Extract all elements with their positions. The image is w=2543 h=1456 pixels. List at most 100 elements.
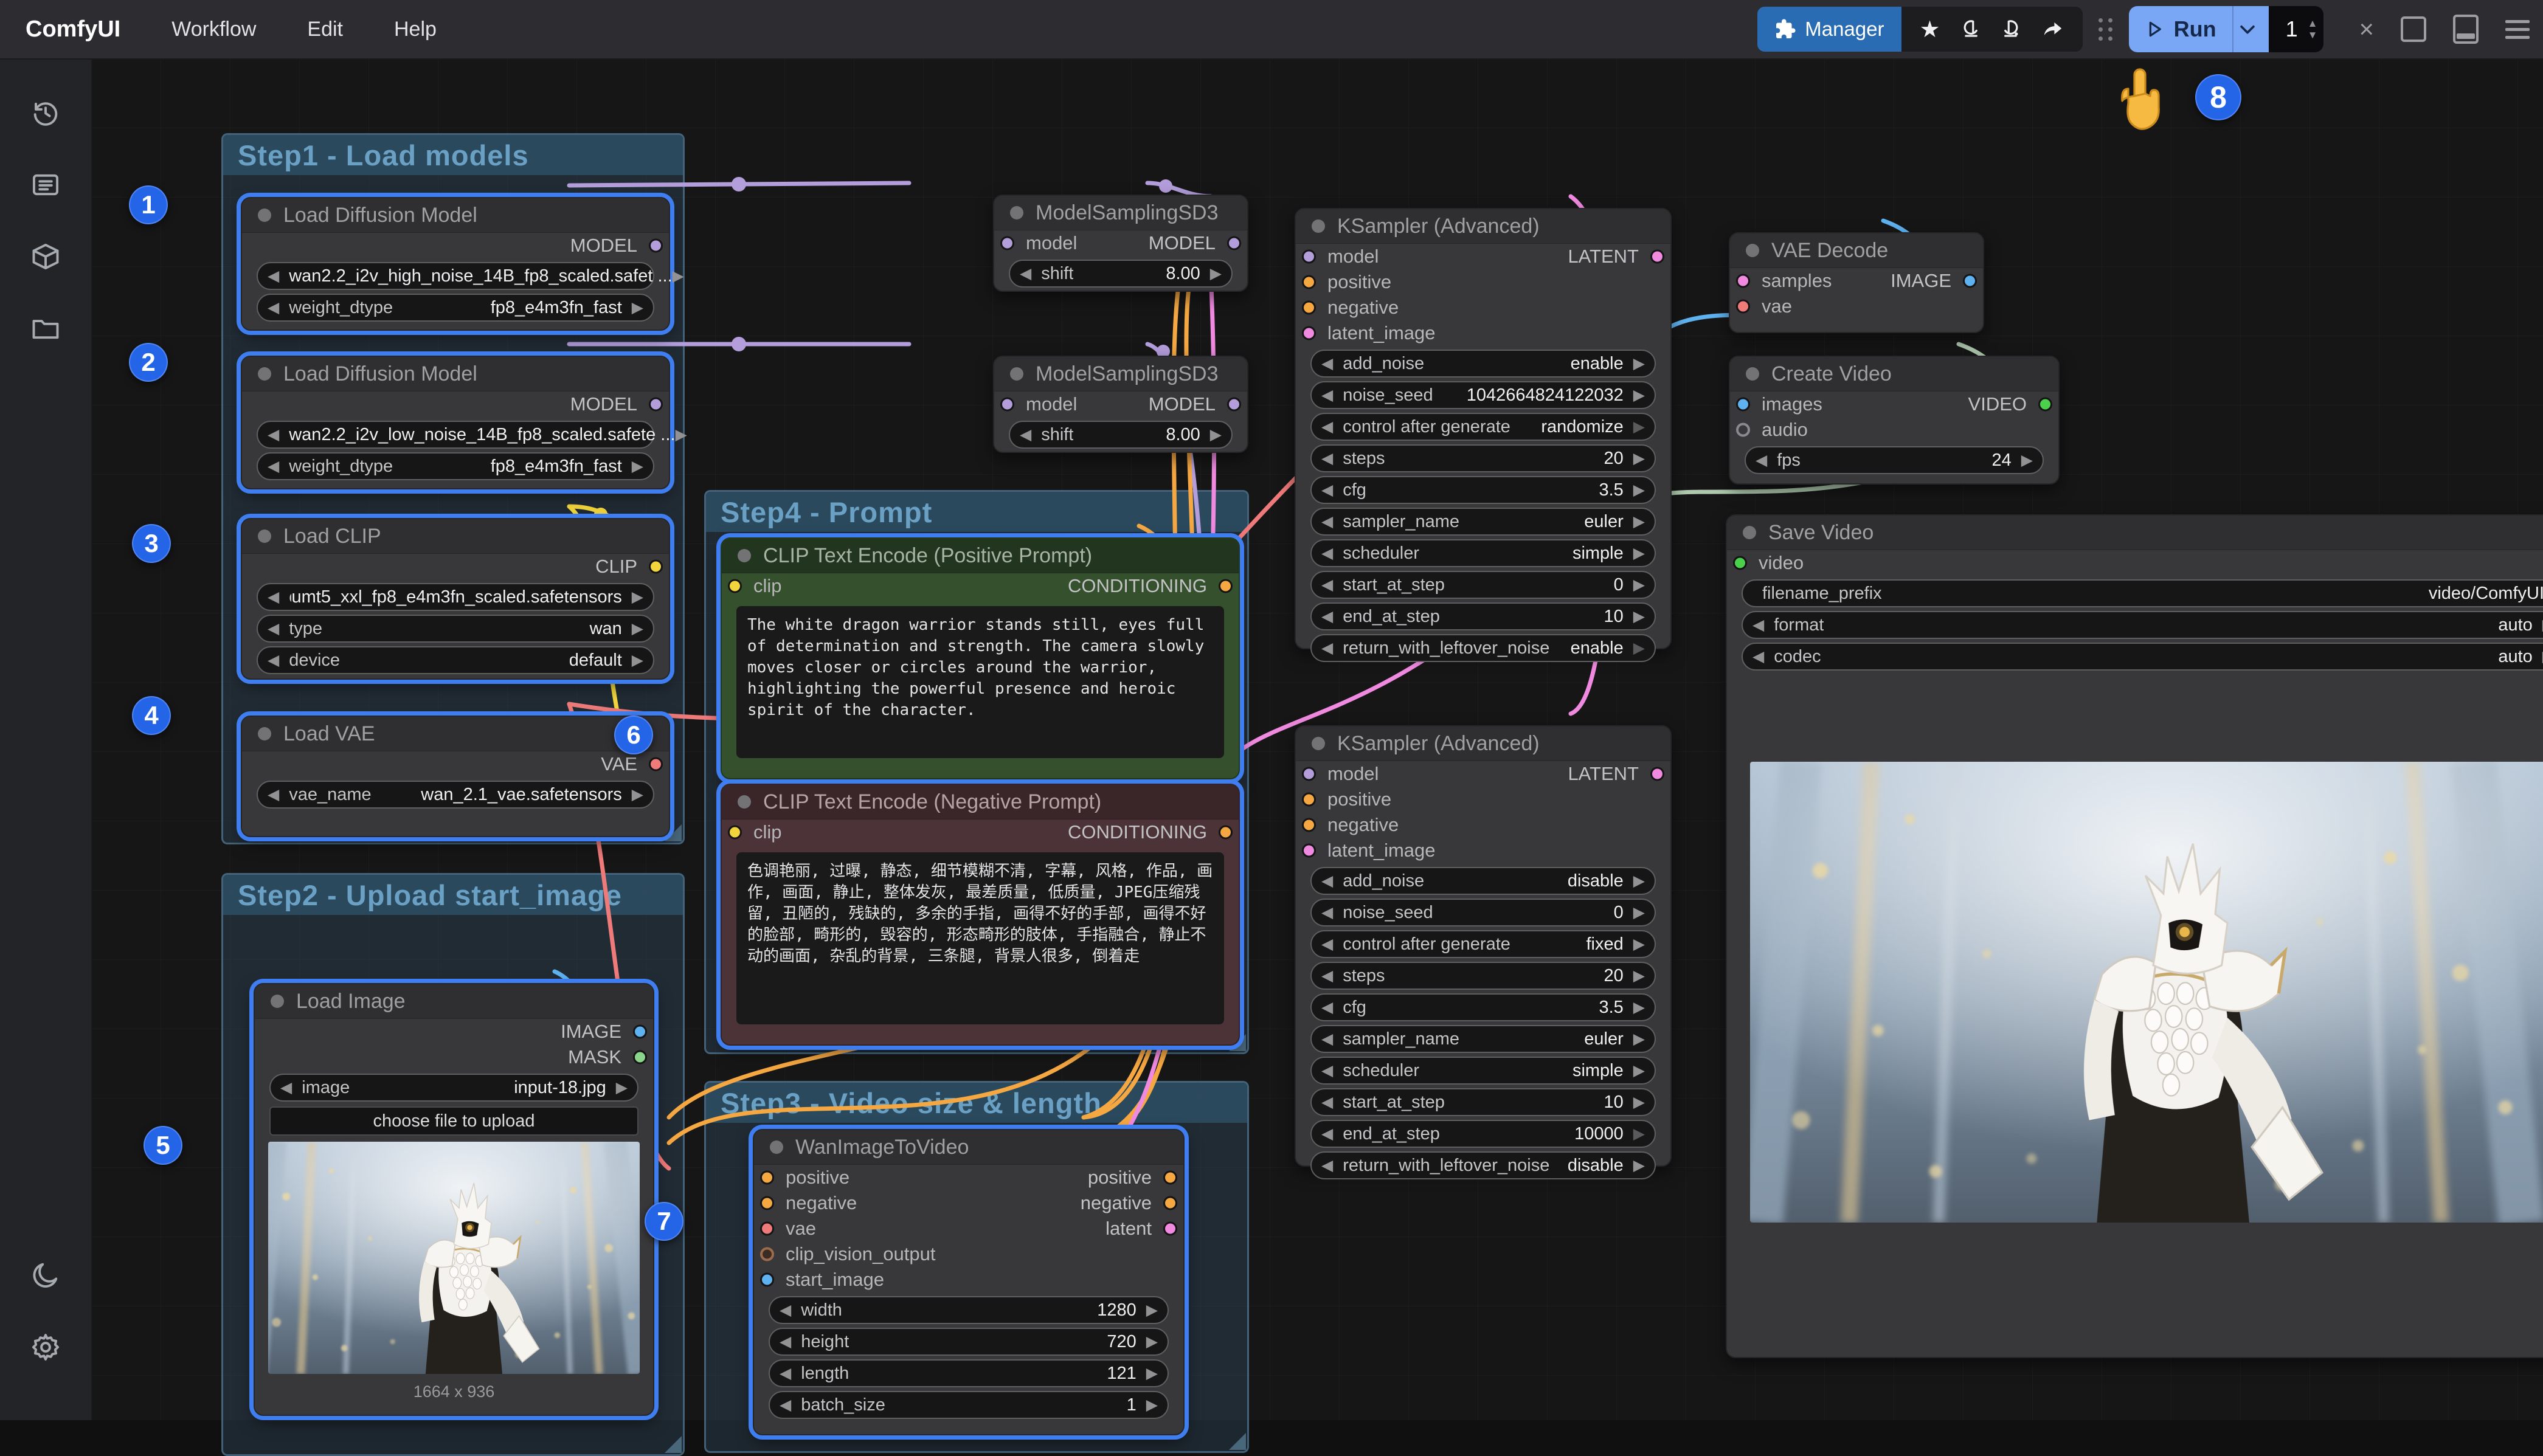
cleaner-alt-icon[interactable] [2000, 18, 2023, 41]
node-header[interactable]: CLIP Text Encode (Positive Prompt) [722, 539, 1239, 573]
menu-workflow[interactable]: Workflow [171, 18, 256, 41]
output-dot-model[interactable] [649, 398, 663, 412]
arrow-right-icon[interactable]: ▶ [1146, 1301, 1158, 1319]
arrow-left-icon[interactable]: ◀ [268, 298, 279, 317]
widget-cfg[interactable]: ◀cfg3.5▶ [1310, 993, 1656, 1021]
widget-unet-name[interactable]: ◀wan2.2_i2v_low_noise_14B_fp8_scaled.saf… [257, 421, 654, 449]
collapse-dot[interactable] [1743, 526, 1756, 539]
node-ksampler-advanced-2[interactable]: KSampler (Advanced) modelLATENT positive… [1295, 725, 1672, 1167]
arrow-left-icon[interactable]: ◀ [780, 1333, 791, 1351]
sidebar-item-model-library[interactable] [29, 240, 63, 274]
input-dot-images[interactable] [1736, 398, 1750, 412]
arrow-right-icon[interactable]: ▶ [616, 1078, 628, 1097]
arrow-left-icon[interactable]: ◀ [268, 267, 279, 285]
arrow-left-icon[interactable]: ◀ [1321, 386, 1333, 404]
widget-fps[interactable]: ◀fps24▶ [1745, 446, 2044, 474]
input-dot-negative[interactable] [1302, 301, 1316, 315]
arrow-right-icon[interactable]: ▶ [1633, 1061, 1645, 1080]
arrow-left-icon[interactable]: ◀ [1321, 449, 1333, 468]
arrow-right-icon[interactable]: ▶ [1633, 576, 1645, 594]
node-header[interactable]: Create Video [1730, 357, 2058, 392]
arrow-left-icon[interactable]: ◀ [1321, 481, 1333, 499]
collapse-dot[interactable] [1312, 737, 1325, 750]
input-dot-clip[interactable] [728, 826, 742, 840]
positive-prompt-textarea[interactable]: The white dragon warrior stands still, e… [736, 606, 1224, 758]
collapse-dot[interactable] [1746, 244, 1759, 257]
arrow-left-icon[interactable]: ◀ [280, 1078, 292, 1097]
collapse-dot[interactable] [1746, 367, 1759, 381]
arrow-left-icon[interactable]: ◀ [1020, 426, 1031, 444]
arrow-right-icon[interactable]: ▶ [1633, 903, 1645, 922]
spinner-up-icon[interactable]: ▲ [2308, 18, 2318, 29]
collapse-dot[interactable] [258, 367, 271, 381]
collapse-dot[interactable] [258, 209, 271, 222]
arrow-right-icon[interactable]: ▶ [1633, 998, 1645, 1016]
share-icon[interactable] [2041, 18, 2064, 41]
image-preview[interactable] [268, 1142, 640, 1374]
arrow-right-icon[interactable]: ▶ [1633, 1156, 1645, 1175]
sidebar-item-history[interactable] [29, 96, 63, 130]
arrow-left-icon[interactable]: ◀ [1321, 1061, 1333, 1080]
arrow-left-icon[interactable]: ◀ [780, 1301, 791, 1319]
arrow-right-icon[interactable]: ▶ [1146, 1396, 1158, 1414]
input-dot-model[interactable] [1302, 767, 1316, 781]
collapse-dot[interactable] [738, 795, 751, 809]
app-logo[interactable]: ComfyUI [26, 16, 120, 43]
arrow-left-icon[interactable]: ◀ [780, 1364, 791, 1382]
arrow-right-icon[interactable]: ▶ [1146, 1364, 1158, 1382]
node-model-sampling-sd3-1[interactable]: ModelSamplingSD3 modelMODEL ◀shift8.00▶ [993, 195, 1248, 292]
widget-device[interactable]: ◀devicedefault▶ [257, 646, 654, 674]
collapse-dot[interactable] [1010, 367, 1023, 381]
widget-height[interactable]: ◀height720▶ [769, 1328, 1169, 1356]
widget-add-noise[interactable]: ◀add_noiseenable▶ [1310, 350, 1656, 378]
arrow-left-icon[interactable]: ◀ [1321, 903, 1333, 922]
input-dot-negative[interactable] [1302, 818, 1316, 832]
widget-end-at-step[interactable]: ◀end_at_step10000▶ [1310, 1120, 1656, 1148]
arrow-left-icon[interactable]: ◀ [268, 588, 279, 606]
arrow-left-icon[interactable]: ◀ [1321, 639, 1333, 657]
arrow-left-icon[interactable]: ◀ [1321, 1030, 1333, 1048]
main-menu-button[interactable] [2505, 20, 2530, 39]
arrow-left-icon[interactable]: ◀ [1321, 418, 1333, 436]
widget-start-at-step[interactable]: ◀start_at_step10▶ [1310, 1088, 1656, 1116]
input-dot-audio[interactable] [1736, 423, 1750, 437]
arrow-left-icon[interactable]: ◀ [1321, 998, 1333, 1016]
collapse-dot[interactable] [258, 530, 271, 543]
arrow-left-icon[interactable]: ◀ [1020, 264, 1031, 283]
collapse-dot[interactable] [770, 1140, 783, 1154]
output-dot-image[interactable] [1963, 274, 1977, 288]
arrow-right-icon[interactable]: ▶ [1633, 607, 1645, 626]
node-header[interactable]: Load Diffusion Model [242, 357, 669, 392]
output-dot-latent[interactable] [1163, 1222, 1177, 1236]
collapse-dot[interactable] [1312, 219, 1325, 233]
output-dot-mask[interactable] [633, 1051, 647, 1064]
widget-format[interactable]: ◀formatauto▶ [1742, 611, 2543, 639]
input-dot-clip-vision-output[interactable] [760, 1247, 774, 1261]
widget-image[interactable]: ◀imageinput-18.jpg▶ [269, 1074, 638, 1102]
widget-weight-dtype[interactable]: ◀weight_dtypefp8_e4m3fn_fast▶ [257, 294, 654, 322]
collapse-dot[interactable] [738, 549, 751, 562]
widget-scheduler[interactable]: ◀schedulersimple▶ [1310, 539, 1656, 567]
input-dot-model[interactable] [1000, 398, 1014, 412]
arrow-left-icon[interactable]: ◀ [1321, 1093, 1333, 1111]
arrow-left-icon[interactable]: ◀ [1321, 512, 1333, 531]
input-dot-positive[interactable] [1302, 275, 1316, 289]
node-header[interactable]: KSampler (Advanced) [1296, 726, 1670, 761]
node-wan-image-to-video[interactable]: WanImageToVideo positivepositive negativ… [753, 1129, 1185, 1435]
widget-end-at-step[interactable]: ◀end_at_step10▶ [1310, 602, 1656, 630]
arrow-right-icon[interactable]: ▶ [1633, 1125, 1645, 1143]
input-dot-vae[interactable] [1736, 300, 1750, 314]
arrow-right-icon[interactable]: ▶ [1210, 264, 1222, 283]
node-load-diffusion-model-2[interactable]: Load Diffusion Model MODEL ◀wan2.2_i2v_l… [241, 356, 670, 489]
widget-scheduler[interactable]: ◀schedulersimple▶ [1310, 1057, 1656, 1085]
node-header[interactable]: Load CLIP [242, 519, 669, 554]
arrow-left-icon[interactable]: ◀ [1321, 967, 1333, 985]
widget-type[interactable]: ◀typewan▶ [257, 615, 654, 643]
arrow-left-icon[interactable]: ◀ [1321, 607, 1333, 626]
arrow-left-icon[interactable]: ◀ [1321, 354, 1333, 373]
video-preview[interactable] [1750, 762, 2543, 1223]
node-header[interactable]: KSampler (Advanced) [1296, 209, 1670, 244]
collapse-dot[interactable] [258, 727, 271, 740]
node-clip-text-encode-negative[interactable]: CLIP Text Encode (Negative Prompt) clipC… [721, 784, 1240, 1046]
reroute-dot[interactable] [732, 177, 746, 191]
